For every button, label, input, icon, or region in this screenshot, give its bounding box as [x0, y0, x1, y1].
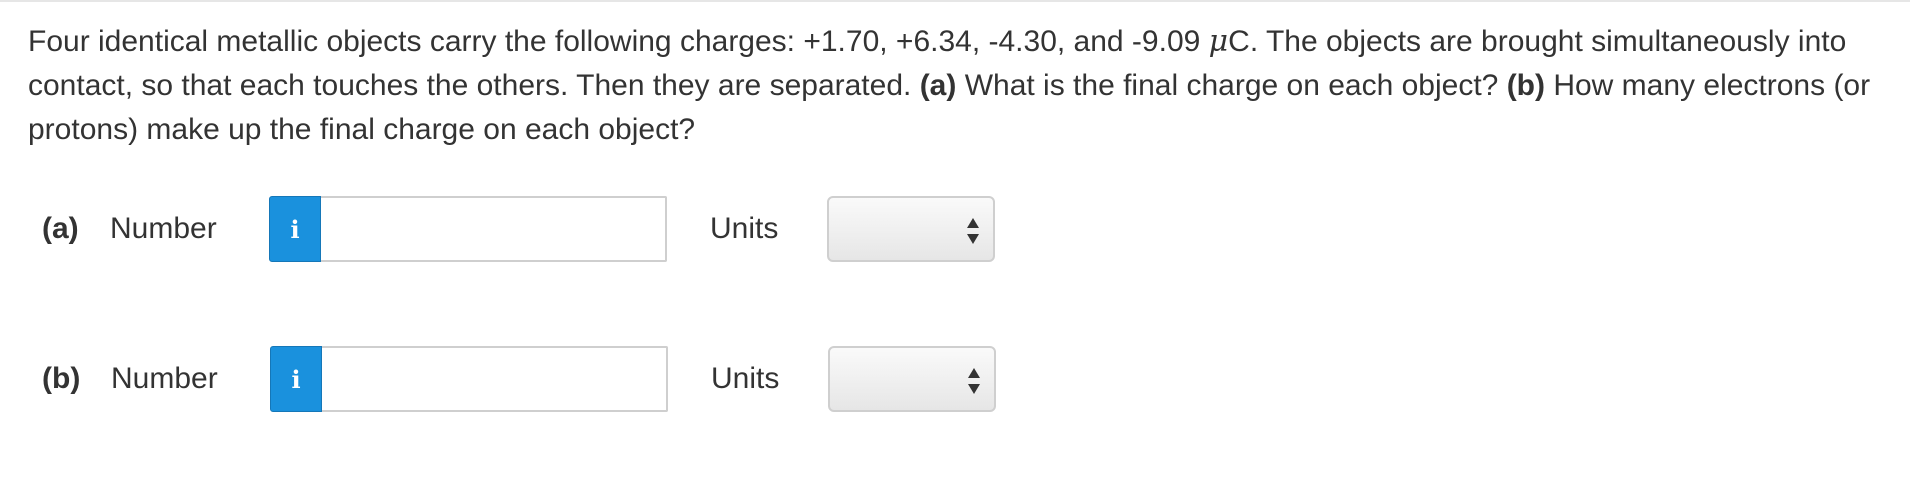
- units-label-a: Units: [710, 212, 779, 245]
- units-label-b: Units: [711, 362, 780, 395]
- mu-symbol: μ: [1208, 24, 1229, 59]
- answer-row-a: (a) Number i Units: [0, 196, 1910, 262]
- info-icon-glyph: i: [290, 214, 300, 244]
- number-label-b: Number: [111, 362, 218, 395]
- number-label-a: Number: [110, 212, 217, 245]
- number-input-a[interactable]: [321, 196, 667, 262]
- select-arrows-icon: [967, 218, 979, 244]
- question-part-b-marker: (b): [1506, 69, 1545, 102]
- part-a-label: (a): [42, 212, 79, 245]
- answer-row-b: (b) Number i Units: [0, 346, 1910, 412]
- info-icon[interactable]: i: [269, 196, 321, 262]
- select-arrows-icon: [968, 368, 980, 394]
- number-input-b[interactable]: [322, 346, 668, 412]
- top-divider: [0, 0, 1910, 2]
- question-text: Four identical metallic objects carry th…: [28, 20, 1888, 152]
- question-part-a-text: What is the final charge on each object?: [956, 69, 1507, 102]
- units-select-a[interactable]: [827, 196, 995, 262]
- info-icon-glyph: i: [291, 364, 301, 394]
- info-icon[interactable]: i: [270, 346, 322, 412]
- units-select-b[interactable]: [828, 346, 996, 412]
- part-b-label: (b): [42, 362, 81, 395]
- question-part-a-marker: (a): [919, 69, 957, 102]
- question-text-part-1: Four identical metallic objects carry th…: [28, 25, 1209, 58]
